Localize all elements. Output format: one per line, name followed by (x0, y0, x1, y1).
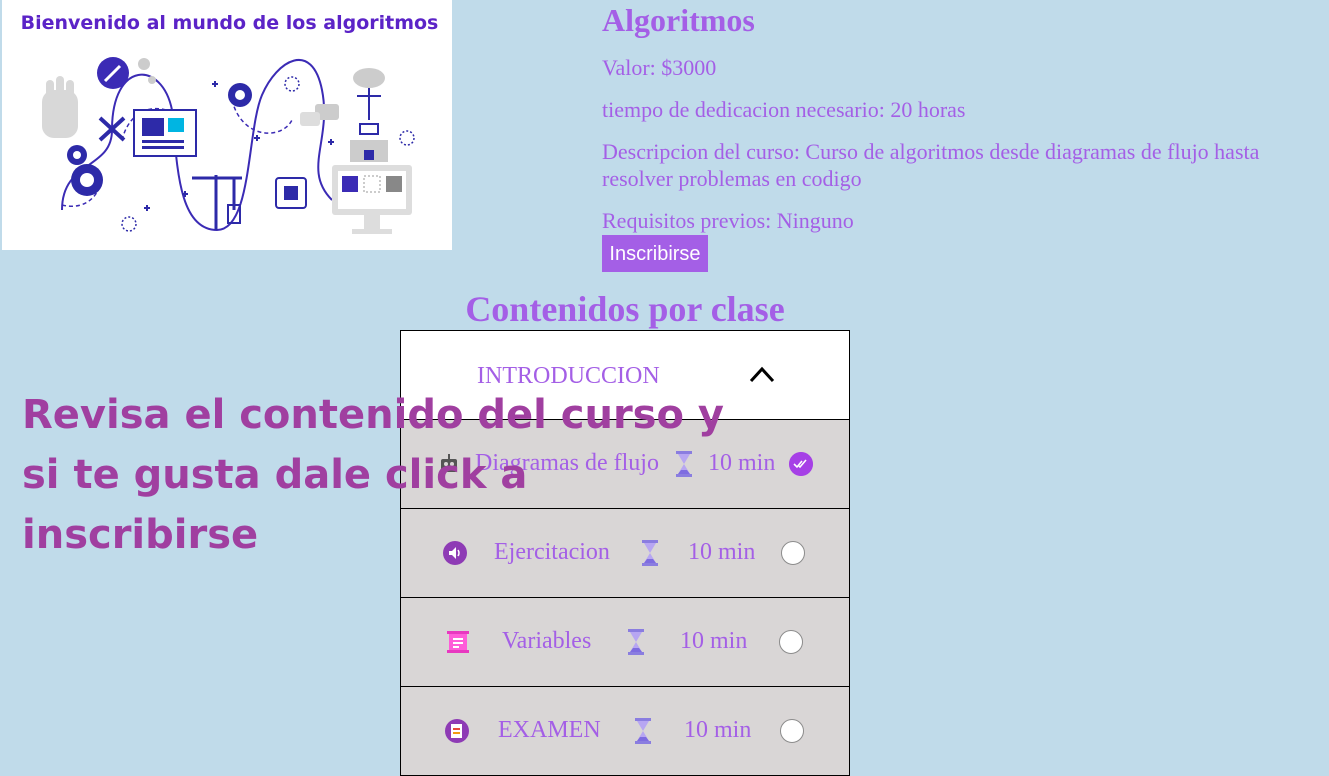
course-banner-image: Bienvenido al mundo de los algoritmos (2, 0, 452, 250)
course-description: Descripcion del curso: Curso de algoritm… (602, 139, 1260, 191)
hourglass-icon (642, 540, 658, 566)
lesson-row[interactable]: Variables 10 min (401, 598, 849, 687)
algorithms-illustration (42, 57, 415, 234)
lesson-duration: 10 min (680, 628, 748, 654)
completion-checkbox[interactable] (780, 719, 804, 743)
hero-caption: Bienvenido al mundo de los algoritmos (20, 12, 439, 34)
accordion-header[interactable]: INTRODUCCION (401, 331, 849, 420)
lesson-title: EXAMEN (498, 717, 601, 743)
double-check-icon (789, 452, 813, 476)
hourglass-icon (635, 718, 651, 744)
enroll-button[interactable]: Inscribirse (602, 235, 708, 272)
course-requirements: Requisitos previos: Ninguno (602, 208, 854, 233)
course-info: Algoritmos Valor: $3000 tiempo de dedica… (602, 0, 1329, 272)
hourglass-icon (628, 629, 644, 655)
exam-icon (445, 719, 469, 743)
lesson-title: Variables (502, 628, 592, 654)
course-price: Valor: $3000 (602, 55, 717, 80)
hourglass-icon (676, 451, 692, 477)
accordion-title: INTRODUCCION (477, 363, 660, 389)
lesson-row[interactable]: Ejercitacion 10 min (401, 509, 849, 598)
course-time: tiempo de dedicacion necesario: 20 horas (602, 97, 966, 122)
contents-heading: Contenidos por clase (465, 289, 785, 329)
completion-checkbox[interactable] (781, 541, 805, 565)
completion-checkbox[interactable] (779, 630, 803, 654)
document-icon (447, 631, 469, 653)
lesson-duration: 10 min (688, 539, 756, 565)
lesson-title: Ejercitacion (494, 539, 610, 565)
lessons-accordion: INTRODUCCION Diagramas de flujo 10 min E… (400, 330, 850, 776)
lesson-duration: 10 min (708, 450, 776, 476)
lesson-row[interactable]: Diagramas de flujo 10 min (401, 420, 849, 509)
chevron-up-icon[interactable] (748, 364, 776, 384)
lesson-duration: 10 min (684, 717, 752, 743)
robot-icon (441, 454, 457, 472)
lesson-title: Diagramas de flujo (475, 450, 659, 476)
lesson-row[interactable]: EXAMEN 10 min (401, 687, 849, 776)
course-title: Algoritmos (602, 2, 755, 38)
speaker-icon (443, 541, 467, 565)
